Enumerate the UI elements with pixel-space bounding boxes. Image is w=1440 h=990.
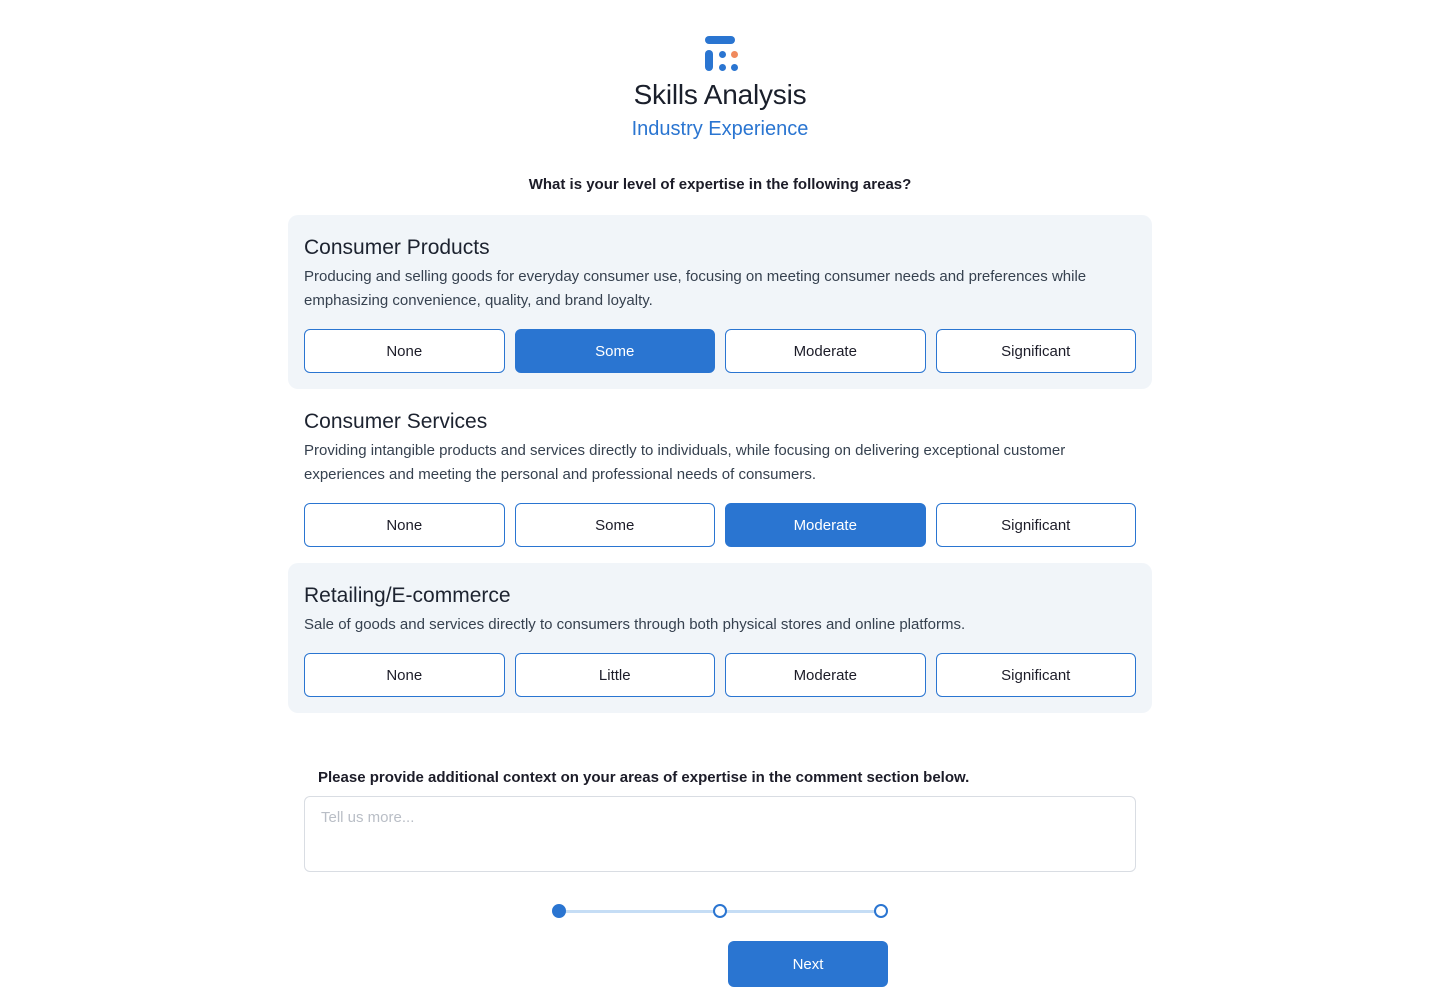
group-options: None Some Moderate Significant — [304, 329, 1136, 373]
option-none[interactable]: None — [304, 329, 505, 373]
option-none[interactable]: None — [304, 503, 505, 547]
progress-stepper — [552, 901, 888, 921]
comment-label: Please provide additional context on you… — [318, 769, 970, 786]
page-subtitle: Industry Experience — [631, 118, 809, 140]
option-some[interactable]: Some — [514, 503, 715, 547]
option-moderate[interactable]: Moderate — [725, 329, 926, 373]
option-moderate[interactable]: Moderate — [725, 653, 926, 697]
logo-top-bar — [705, 36, 735, 44]
logo-dot-bottom-left — [719, 64, 726, 71]
group-description: Sale of goods and services directly to c… — [304, 616, 966, 633]
option-moderate[interactable]: Moderate — [725, 503, 926, 547]
option-significant[interactable]: Significant — [935, 653, 1136, 697]
group-retailing-ecommerce: Retailing/E-commerce Sale of goods and s… — [288, 563, 1152, 713]
survey-page: Skills Analysis Industry Experience What… — [0, 0, 1440, 990]
page-title: Skills Analysis — [633, 79, 807, 110]
group-title: Consumer Services — [304, 410, 488, 433]
option-some[interactable]: Some — [514, 329, 715, 373]
stepper-step-2[interactable] — [713, 904, 727, 918]
group-options: None Little Moderate Significant — [304, 653, 1136, 697]
groups-container: Consumer Products Producing and selling … — [288, 193, 1152, 713]
group-options: None Some Moderate Significant — [304, 503, 1136, 547]
option-none[interactable]: None — [304, 653, 505, 697]
survey-question: What is your level of expertise in the f… — [528, 176, 912, 193]
logo-dot-bottom-right — [731, 64, 738, 71]
group-title: Consumer Products — [304, 236, 490, 259]
logo-dot-top-left — [719, 51, 726, 58]
group-title: Retailing/E-commerce — [304, 584, 511, 607]
group-description: Producing and selling goods for everyday… — [304, 268, 1087, 309]
comment-input[interactable] — [304, 796, 1136, 872]
comment-section: Please provide additional context on you… — [304, 713, 1136, 877]
option-significant[interactable]: Significant — [935, 503, 1136, 547]
option-little[interactable]: Little — [514, 653, 715, 697]
logo-dot-top-right — [731, 51, 738, 58]
group-consumer-products: Consumer Products Producing and selling … — [288, 215, 1152, 389]
stepper-step-3[interactable] — [874, 904, 888, 918]
stepper-step-1[interactable] — [552, 904, 566, 918]
logo-vertical-bar — [705, 50, 713, 71]
group-consumer-services: Consumer Services Providing intangible p… — [288, 389, 1152, 563]
skills-analysis-logo-icon — [698, 36, 742, 72]
group-description: Providing intangible products and servic… — [304, 442, 1066, 483]
page-header: Skills Analysis Industry Experience — [0, 0, 1440, 142]
footer-actions: Next — [288, 941, 1152, 987]
option-significant[interactable]: Significant — [935, 329, 1136, 373]
next-button[interactable]: Next — [728, 941, 888, 987]
